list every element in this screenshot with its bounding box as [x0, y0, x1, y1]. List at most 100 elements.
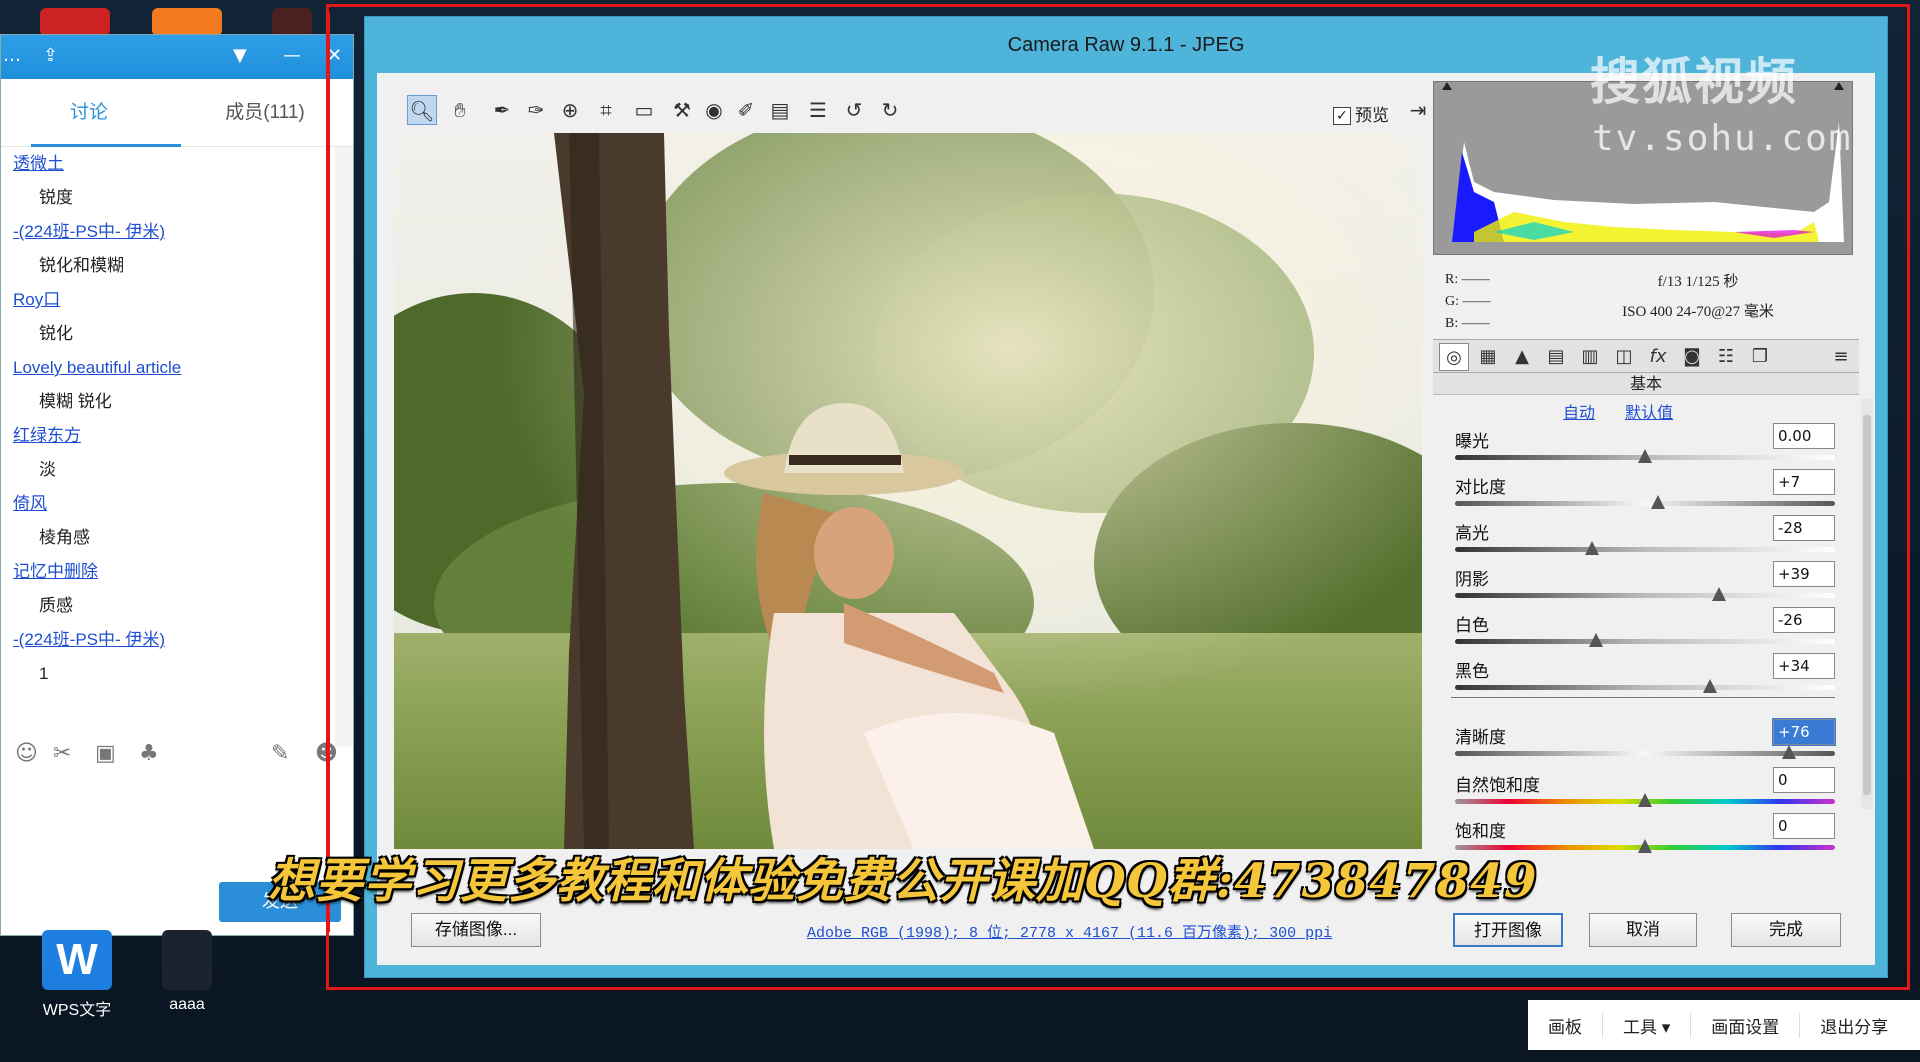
crop-tool-icon[interactable]: ⌗: [591, 95, 621, 125]
white-balance-tool-icon[interactable]: ✒: [487, 95, 517, 125]
detail-icon[interactable]: ▲: [1507, 343, 1537, 371]
slider-thumb[interactable]: [1712, 587, 1727, 601]
tab-discussion[interactable]: 讨论: [1, 79, 177, 146]
slider-value-input[interactable]: -26: [1773, 607, 1835, 633]
zoom-tool-icon[interactable]: 🔍︎: [407, 95, 437, 125]
exit-share-button[interactable]: 退出分享: [1800, 1013, 1908, 1038]
shadow-clip-icon[interactable]: [1442, 82, 1452, 90]
chat-message: 模糊 锐化: [39, 392, 112, 411]
highlight-clip-icon[interactable]: [1834, 82, 1844, 90]
hsl-icon[interactable]: ▤: [1541, 343, 1571, 371]
chat-username[interactable]: 记忆中删除: [1, 555, 335, 589]
screen-settings-button[interactable]: 画面设置: [1691, 1012, 1801, 1038]
preferences-icon[interactable]: ☰: [803, 95, 833, 125]
app-icon[interactable]: [152, 8, 222, 36]
split-toning-icon[interactable]: ▥: [1575, 343, 1605, 371]
slider-thumb[interactable]: [1638, 839, 1652, 853]
snapshots-icon[interactable]: ❐: [1745, 343, 1775, 371]
slider-row: 高光 -28: [1455, 515, 1835, 567]
spot-removal-icon[interactable]: ⚒: [667, 95, 697, 125]
camera-calibration-icon[interactable]: ◙: [1677, 343, 1707, 371]
image-icon[interactable]: ▣: [95, 741, 116, 766]
slider-thumb[interactable]: [1584, 541, 1599, 555]
panel-scrollbar[interactable]: [1861, 399, 1873, 809]
hand-tool-icon[interactable]: ✋︎: [445, 95, 475, 125]
slider-track[interactable]: [1455, 751, 1835, 756]
avatar-icon[interactable]: [272, 8, 312, 36]
tools-button[interactable]: 工具 ▾: [1603, 1012, 1692, 1038]
slider-thumb[interactable]: [1702, 679, 1717, 693]
effects-icon[interactable]: fx: [1643, 343, 1673, 371]
slider-row: 曝光 0.00: [1455, 423, 1835, 475]
chat-username[interactable]: 透微土: [1, 147, 335, 181]
edit-icon[interactable]: ✎: [271, 741, 289, 766]
chat-username[interactable]: -(224班-PS中- 伊米): [1, 215, 335, 249]
targeted-adjust-icon[interactable]: ⊕: [555, 95, 585, 125]
desktop-icon-label: aaaa: [169, 996, 205, 1013]
slider-thumb[interactable]: [1638, 793, 1652, 807]
emoji-icon[interactable]: ☺: [15, 741, 38, 766]
share-icon[interactable]: ⇪: [43, 45, 58, 67]
chat-username[interactable]: 倚风: [1, 487, 335, 521]
chat-message-list: 透微土 锐度 -(224班-PS中- 伊米) 锐化和模糊 Roy口 锐化 Lovely b…: [1, 147, 335, 747]
scissors-icon[interactable]: ✂: [53, 741, 71, 766]
slider-track[interactable]: [1455, 685, 1835, 690]
board-button[interactable]: 画板: [1528, 1012, 1603, 1038]
scroll-thumb[interactable]: [1863, 415, 1871, 795]
more-icon[interactable]: …: [3, 45, 21, 67]
gift-icon[interactable]: ♣: [139, 741, 159, 766]
chat-username[interactable]: Roy口: [1, 283, 335, 317]
fullscreen-toggle-icon[interactable]: ⇥: [1403, 95, 1433, 125]
share-toolbar: 画板 工具 ▾ 画面设置 退出分享: [1528, 1000, 1920, 1050]
slider-thumb[interactable]: [1651, 495, 1666, 509]
slider-thumb[interactable]: [1588, 633, 1603, 647]
tone-curve-icon[interactable]: ▦: [1473, 343, 1503, 371]
lens-corrections-icon[interactable]: ◫: [1609, 343, 1639, 371]
antivirus-icon[interactable]: [40, 8, 110, 36]
slider-value-input[interactable]: 0.00: [1773, 423, 1835, 449]
chat-username[interactable]: 红绿东方: [1, 419, 335, 453]
slider-thumb[interactable]: [1638, 449, 1652, 463]
done-button[interactable]: 完成: [1731, 913, 1841, 947]
default-link[interactable]: 默认值: [1625, 403, 1673, 422]
red-eye-icon[interactable]: ◉: [699, 95, 729, 125]
desktop-icon-aaaa[interactable]: aaaa: [142, 930, 232, 1014]
slider-value-input[interactable]: 0: [1773, 767, 1835, 793]
chevron-down-icon[interactable]: ▼: [233, 45, 247, 67]
straighten-tool-icon[interactable]: ▭: [629, 95, 659, 125]
preview-checkbox[interactable]: ✓ 预览: [1333, 101, 1389, 126]
desktop-icon-wps[interactable]: W WPS文字: [32, 930, 122, 1020]
slider-value-input[interactable]: -28: [1773, 515, 1835, 541]
slider-label: 自然饱和度: [1455, 776, 1540, 795]
auto-link[interactable]: 自动: [1563, 403, 1595, 422]
photo-illustration: [394, 133, 1422, 849]
slider-value-input[interactable]: +76: [1772, 718, 1836, 746]
cancel-button[interactable]: 取消: [1589, 913, 1697, 947]
rotate-cw-icon[interactable]: ↻: [875, 95, 905, 125]
chat-username[interactable]: -(224班-PS中- 伊米): [1, 623, 335, 657]
color-sampler-icon[interactable]: ✑: [521, 95, 551, 125]
open-image-button[interactable]: 打开图像: [1453, 913, 1563, 947]
slider-label: 阴影: [1455, 570, 1489, 589]
graduated-filter-icon[interactable]: ▤: [765, 95, 795, 125]
adjustment-brush-icon[interactable]: ✐: [731, 95, 761, 125]
save-image-button[interactable]: 存储图像...: [411, 913, 541, 947]
panel-menu-icon[interactable]: ≡: [1829, 343, 1853, 371]
basic-panel-icon[interactable]: ◎: [1439, 343, 1469, 371]
slider-value-input[interactable]: +7: [1773, 469, 1835, 495]
presets-icon[interactable]: ☷: [1711, 343, 1741, 371]
slider-thumb[interactable]: [1782, 745, 1797, 759]
rotate-ccw-icon[interactable]: ↺: [839, 95, 869, 125]
minimize-icon[interactable]: —: [283, 45, 301, 67]
slider-value-input[interactable]: 0: [1773, 813, 1835, 839]
slider-track[interactable]: [1455, 501, 1835, 506]
workflow-options-link[interactable]: Adobe RGB (1998); 8 位; 2778 x 4167 (11.6…: [807, 921, 1332, 942]
slider-value-input[interactable]: +34: [1773, 653, 1835, 679]
slider-track[interactable]: [1455, 593, 1835, 598]
slider-track[interactable]: [1455, 639, 1835, 644]
image-preview[interactable]: [394, 133, 1422, 849]
slider-track[interactable]: [1455, 547, 1835, 552]
slider-value-input[interactable]: +39: [1773, 561, 1835, 587]
chat-username[interactable]: Lovely beautiful article: [1, 351, 335, 385]
camera-raw-window: Camera Raw 9.1.1 - JPEG 🔍︎ ✋︎ ✒ ✑ ⊕ ⌗ ▭ …: [364, 16, 1888, 978]
